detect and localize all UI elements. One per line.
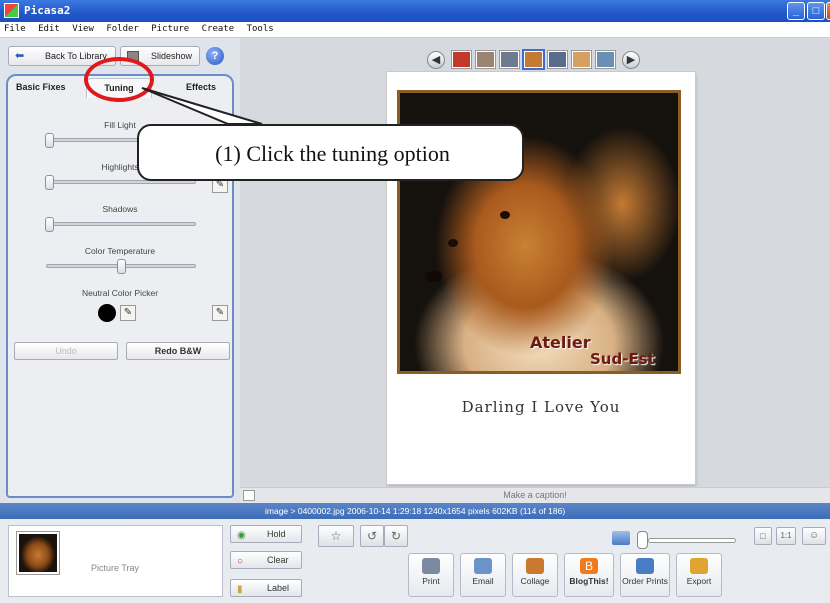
actual-size-icon[interactable]: 1:1 <box>776 527 796 545</box>
picture-tray-label: Picture Tray <box>91 563 140 573</box>
rotate-left-icon[interactable]: ↺ <box>360 525 384 547</box>
menu-bar: File Edit View Folder Picture Create Too… <box>0 22 830 38</box>
rotate-right-icon[interactable]: ↻ <box>384 525 408 547</box>
annotation-text: (1) Click the tuning option <box>215 141 450 166</box>
tray-thumbnail[interactable] <box>17 532 59 574</box>
dog-eye <box>448 239 458 247</box>
order-prints-label: Order Prints <box>622 576 668 586</box>
email-label: Email <box>472 576 494 586</box>
export-button[interactable]: Export <box>676 553 722 597</box>
menu-tools[interactable]: Tools <box>243 22 277 34</box>
filmstrip-thumb[interactable] <box>596 51 615 68</box>
hold-icon: ◉ <box>237 530 246 541</box>
filmstrip-thumb[interactable] <box>572 51 591 68</box>
shadows-label: Shadows <box>102 204 138 214</box>
filmstrip-thumb[interactable] <box>476 51 495 68</box>
neutral-color-picker-label: Neutral Color Picker <box>81 288 159 298</box>
menu-folder[interactable]: Folder <box>102 22 142 34</box>
picture-tray: Picture Tray <box>8 525 223 597</box>
slideshow-label: Slideshow <box>151 51 193 61</box>
clear-button[interactable]: ○ Clear <box>230 551 302 569</box>
caption-bar: Make a caption! <box>240 487 830 503</box>
annotation-highlight-circle <box>84 57 154 102</box>
collage-icon <box>526 558 544 574</box>
filmstrip-thumb-selected[interactable] <box>524 51 543 68</box>
menu-edit[interactable]: Edit <box>34 22 63 34</box>
zoom-icon <box>612 531 630 545</box>
status-text: image > 0400002.jpg 2006-10-14 1:29:18 1… <box>265 506 566 516</box>
shadows-slider[interactable] <box>46 222 196 226</box>
status-bar: image > 0400002.jpg 2006-10-14 1:29:18 1… <box>0 503 830 519</box>
order-prints-button[interactable]: Order Prints <box>620 553 670 597</box>
minimize-button[interactable]: _ <box>787 2 805 20</box>
order-prints-icon <box>636 558 654 574</box>
blogthis-label: BlogThis! <box>569 576 609 586</box>
filmstrip-thumb[interactable] <box>548 51 567 68</box>
export-label: Export <box>686 576 712 586</box>
highlights-thumb[interactable] <box>45 175 54 190</box>
photo-caption: Darling I Love You <box>461 398 621 416</box>
hold-button[interactable]: ◉ Hold <box>230 525 302 543</box>
edit-panel: ⬅ Back To Library Slideshow ? Basic Fixe… <box>0 38 240 503</box>
color-temperature-thumb[interactable] <box>117 259 126 274</box>
redo-button[interactable]: Redo B&W <box>126 342 230 360</box>
neutral-color-swatch <box>98 304 116 322</box>
clear-icon: ○ <box>237 556 244 567</box>
tab-effects[interactable]: Effects <box>186 82 216 92</box>
zoom-slider[interactable] <box>648 538 736 543</box>
previous-photo-icon[interactable]: ◀ <box>427 51 445 69</box>
blogthis-button[interactable]: B BlogThis! <box>564 553 614 597</box>
collage-button[interactable]: Collage <box>512 553 558 597</box>
email-button[interactable]: Email <box>460 553 506 597</box>
back-arrow-icon: ⬅ <box>15 50 25 62</box>
next-photo-icon[interactable]: ▶ <box>622 51 640 69</box>
filmstrip-thumb[interactable] <box>452 51 471 68</box>
picasa-app-icon <box>4 3 19 18</box>
menu-file[interactable]: File <box>0 22 29 34</box>
collage-label: Collage <box>520 576 550 586</box>
menu-picture[interactable]: Picture <box>147 22 192 34</box>
print-button[interactable]: Print <box>408 553 454 597</box>
print-label: Print <box>422 576 440 586</box>
watermark-line1: Atelier <box>530 333 591 352</box>
bottom-panel: Picture Tray ◉ Hold ○ Clear ▮ Label ☆ ↺ … <box>0 519 830 603</box>
annotation-callout: (1) Click the tuning option <box>137 124 524 181</box>
eyedropper-icon[interactable]: ✎ <box>120 305 136 321</box>
help-icon[interactable]: ? <box>206 47 224 65</box>
close-button[interactable] <box>826 2 830 20</box>
menu-create[interactable]: Create <box>198 22 238 34</box>
shadows-thumb[interactable] <box>45 217 54 232</box>
blogger-icon: B <box>580 558 598 574</box>
watermark-line2: Sud-Est <box>590 350 655 368</box>
filmstrip-thumb[interactable] <box>500 51 519 68</box>
zoom-thumb[interactable] <box>637 531 648 549</box>
people-icon[interactable]: ☺ <box>802 527 826 545</box>
fit-view-icon[interactable]: □ <box>754 527 772 545</box>
printer-icon <box>422 558 440 574</box>
clear-label: Clear <box>267 555 289 565</box>
label-icon: ▮ <box>237 584 243 595</box>
menu-view[interactable]: View <box>68 22 97 34</box>
dog-eye <box>500 211 510 219</box>
caption-input[interactable]: Make a caption! <box>240 490 830 500</box>
label-button[interactable]: ▮ Label <box>230 579 302 597</box>
star-icon[interactable]: ☆ <box>318 525 354 547</box>
label-label: Label <box>267 583 290 593</box>
window-title: Picasa2 <box>24 4 71 17</box>
maximize-button[interactable]: □ <box>807 2 825 20</box>
tab-basic-fixes[interactable]: Basic Fixes <box>16 82 66 92</box>
title-bar: Picasa2 _ □ <box>0 0 830 22</box>
fill-light-thumb[interactable] <box>45 133 54 148</box>
hold-label: Hold <box>267 529 286 539</box>
auto-color-icon[interactable]: ✎ <box>212 305 228 321</box>
dog-nose <box>426 271 442 282</box>
email-icon <box>474 558 492 574</box>
undo-button[interactable]: Undo <box>14 342 118 360</box>
color-temperature-label: Color Temperature <box>84 246 156 256</box>
export-icon <box>690 558 708 574</box>
